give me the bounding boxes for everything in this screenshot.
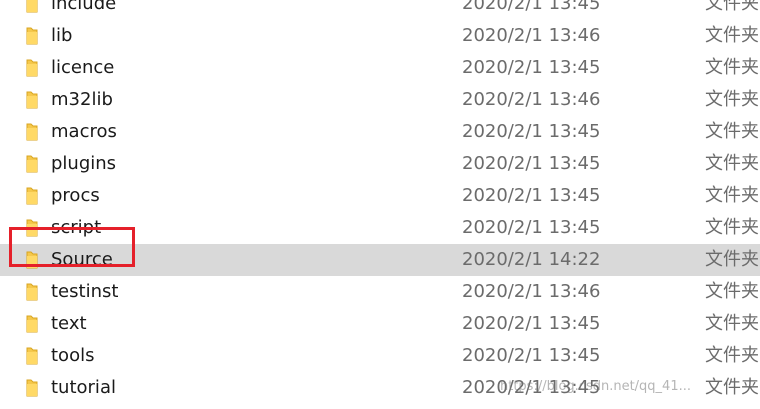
date-modified: 2020/2/1 13:45 (462, 185, 601, 206)
file-name: include (51, 0, 117, 14)
date-modified: 2020/2/1 13:45 (462, 153, 601, 174)
file-name: testinst (51, 281, 119, 302)
file-type: 文件夹 (705, 313, 759, 334)
date-modified: 2020/2/1 13:45 (462, 377, 601, 398)
file-row[interactable]: include 2020/2/1 13:45 文件夹 (0, 0, 760, 20)
folder-icon (26, 155, 38, 173)
file-row[interactable]: macros 2020/2/1 13:45 文件夹 (0, 116, 760, 148)
file-row[interactable]: testinst 2020/2/1 13:46 文件夹 (0, 276, 760, 308)
file-name: lib (51, 25, 73, 46)
folder-icon (26, 379, 38, 397)
folder-icon (26, 251, 38, 269)
file-name: tutorial (51, 377, 116, 398)
file-list: include 2020/2/1 13:45 文件夹 lib 2020/2/1 … (0, 0, 760, 409)
file-type: 文件夹 (705, 249, 759, 270)
file-name: Source (51, 249, 113, 270)
file-type: 文件夹 (705, 0, 759, 14)
file-row[interactable]: script 2020/2/1 13:45 文件夹 (0, 212, 760, 244)
file-type: 文件夹 (705, 25, 759, 46)
folder-icon (26, 27, 38, 45)
folder-icon (26, 0, 38, 13)
file-name: tools (51, 345, 95, 366)
date-modified: 2020/2/1 14:22 (462, 249, 601, 270)
file-row[interactable]: licence 2020/2/1 13:45 文件夹 (0, 52, 760, 84)
date-modified: 2020/2/1 13:45 (462, 313, 601, 334)
date-modified: 2020/2/1 13:45 (462, 217, 601, 238)
folder-icon (26, 347, 38, 365)
folder-icon (26, 91, 38, 109)
file-type: 文件夹 (705, 377, 759, 398)
file-name: text (51, 313, 87, 334)
folder-icon (26, 219, 38, 237)
date-modified: 2020/2/1 13:45 (462, 345, 601, 366)
folder-icon (26, 283, 38, 301)
file-name: procs (51, 185, 100, 206)
file-type: 文件夹 (705, 345, 759, 366)
file-name: plugins (51, 153, 117, 174)
file-row-selected[interactable]: Source 2020/2/1 14:22 文件夹 (0, 244, 760, 276)
file-row[interactable]: m32lib 2020/2/1 13:46 文件夹 (0, 84, 760, 116)
folder-icon (26, 315, 38, 333)
file-name: m32lib (51, 89, 113, 110)
folder-icon (26, 59, 38, 77)
date-modified: 2020/2/1 13:45 (462, 57, 601, 78)
folder-icon (26, 123, 38, 141)
date-modified: 2020/2/1 13:45 (462, 121, 601, 142)
file-row[interactable]: lib 2020/2/1 13:46 文件夹 (0, 20, 760, 52)
file-row[interactable]: procs 2020/2/1 13:45 文件夹 (0, 180, 760, 212)
file-type: 文件夹 (705, 57, 759, 78)
file-row[interactable]: tools 2020/2/1 13:45 文件夹 (0, 340, 760, 372)
date-modified: 2020/2/1 13:46 (462, 25, 601, 46)
file-name: script (51, 217, 102, 238)
date-modified: 2020/2/1 13:45 (462, 0, 601, 14)
file-type: 文件夹 (705, 121, 759, 142)
file-type: 文件夹 (705, 89, 759, 110)
file-row[interactable]: plugins 2020/2/1 13:45 文件夹 (0, 148, 760, 180)
file-row[interactable]: text 2020/2/1 13:45 文件夹 (0, 308, 760, 340)
file-row[interactable]: tutorial 2020/2/1 13:45 文件夹 (0, 372, 760, 404)
file-type: 文件夹 (705, 185, 759, 206)
file-name: macros (51, 121, 117, 142)
file-type: 文件夹 (705, 217, 759, 238)
date-modified: 2020/2/1 13:46 (462, 89, 601, 110)
file-name: licence (51, 57, 115, 78)
date-modified: 2020/2/1 13:46 (462, 281, 601, 302)
folder-icon (26, 187, 38, 205)
file-type: 文件夹 (705, 281, 759, 302)
file-type: 文件夹 (705, 153, 759, 174)
